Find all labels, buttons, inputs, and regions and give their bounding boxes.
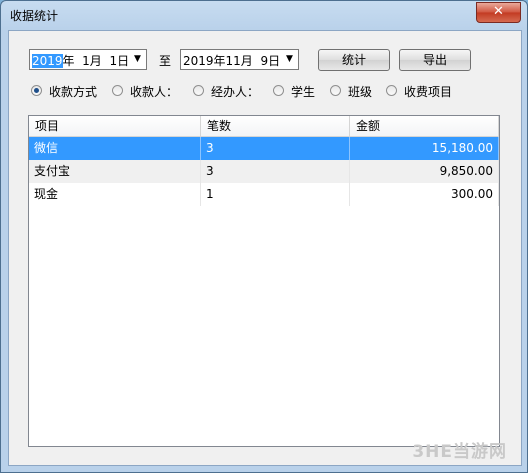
start-date-year: 2019 <box>32 54 63 68</box>
stats-button[interactable]: 统计 <box>318 49 390 71</box>
radio-icon <box>386 85 397 96</box>
row-item: 支付宝 <box>29 160 201 183</box>
radio-icon <box>112 85 123 96</box>
radio-checked-icon <box>31 85 42 96</box>
row-count: 1 <box>201 183 350 206</box>
column-header-count[interactable]: 笔数 <box>201 116 350 136</box>
end-date-text: 2019年11月 9日 <box>183 54 281 68</box>
end-date-picker[interactable]: 2019年11月 9日 ▼ <box>180 49 299 70</box>
table-row[interactable]: 支付宝 3 9,850.00 <box>29 160 499 183</box>
title-bar[interactable]: 收据统计 ✕ <box>1 1 527 31</box>
radio-icon <box>330 85 341 96</box>
table-header: 项目 笔数 金额 <box>29 116 499 137</box>
chevron-down-icon[interactable]: ▼ <box>283 53 296 66</box>
start-date-picker[interactable]: 2019年 1月 1日 ▼ <box>29 49 147 70</box>
client-area: 2019年 1月 1日 ▼ 至 2019年11月 9日 ▼ 统计 导出 收款方式… <box>8 30 522 466</box>
row-count: 3 <box>201 160 350 183</box>
column-header-item[interactable]: 项目 <box>29 116 201 136</box>
row-item: 现金 <box>29 183 201 206</box>
close-icon: ✕ <box>493 4 504 19</box>
close-button[interactable]: ✕ <box>476 2 521 23</box>
row-amount: 9,850.00 <box>350 160 499 183</box>
window-title: 收据统计 <box>10 9 59 23</box>
table-row[interactable]: 现金 1 300.00 <box>29 183 499 206</box>
row-amount: 15,180.00 <box>350 137 499 160</box>
watermark-logo: 3HE当游网 <box>412 442 507 462</box>
start-date-rest: 年 1月 1日 <box>62 54 130 68</box>
results-table[interactable]: 项目 笔数 金额 微信 3 15,180.00 支付宝 3 9,850.00 现… <box>28 115 500 447</box>
row-item: 微信 <box>29 137 201 160</box>
radio-icon <box>273 85 284 96</box>
column-header-amount[interactable]: 金额 <box>350 116 499 136</box>
row-count: 3 <box>201 137 350 160</box>
stats-window: 收据统计 ✕ 2019年 1月 1日 ▼ 至 2019年11月 9日 ▼ 统计 … <box>0 0 528 473</box>
table-row[interactable]: 微信 3 15,180.00 <box>29 137 499 160</box>
to-label: 至 <box>159 54 172 68</box>
row-amount: 300.00 <box>350 183 499 206</box>
radio-icon <box>193 85 204 96</box>
chevron-down-icon[interactable]: ▼ <box>131 53 144 66</box>
export-button[interactable]: 导出 <box>399 49 471 71</box>
